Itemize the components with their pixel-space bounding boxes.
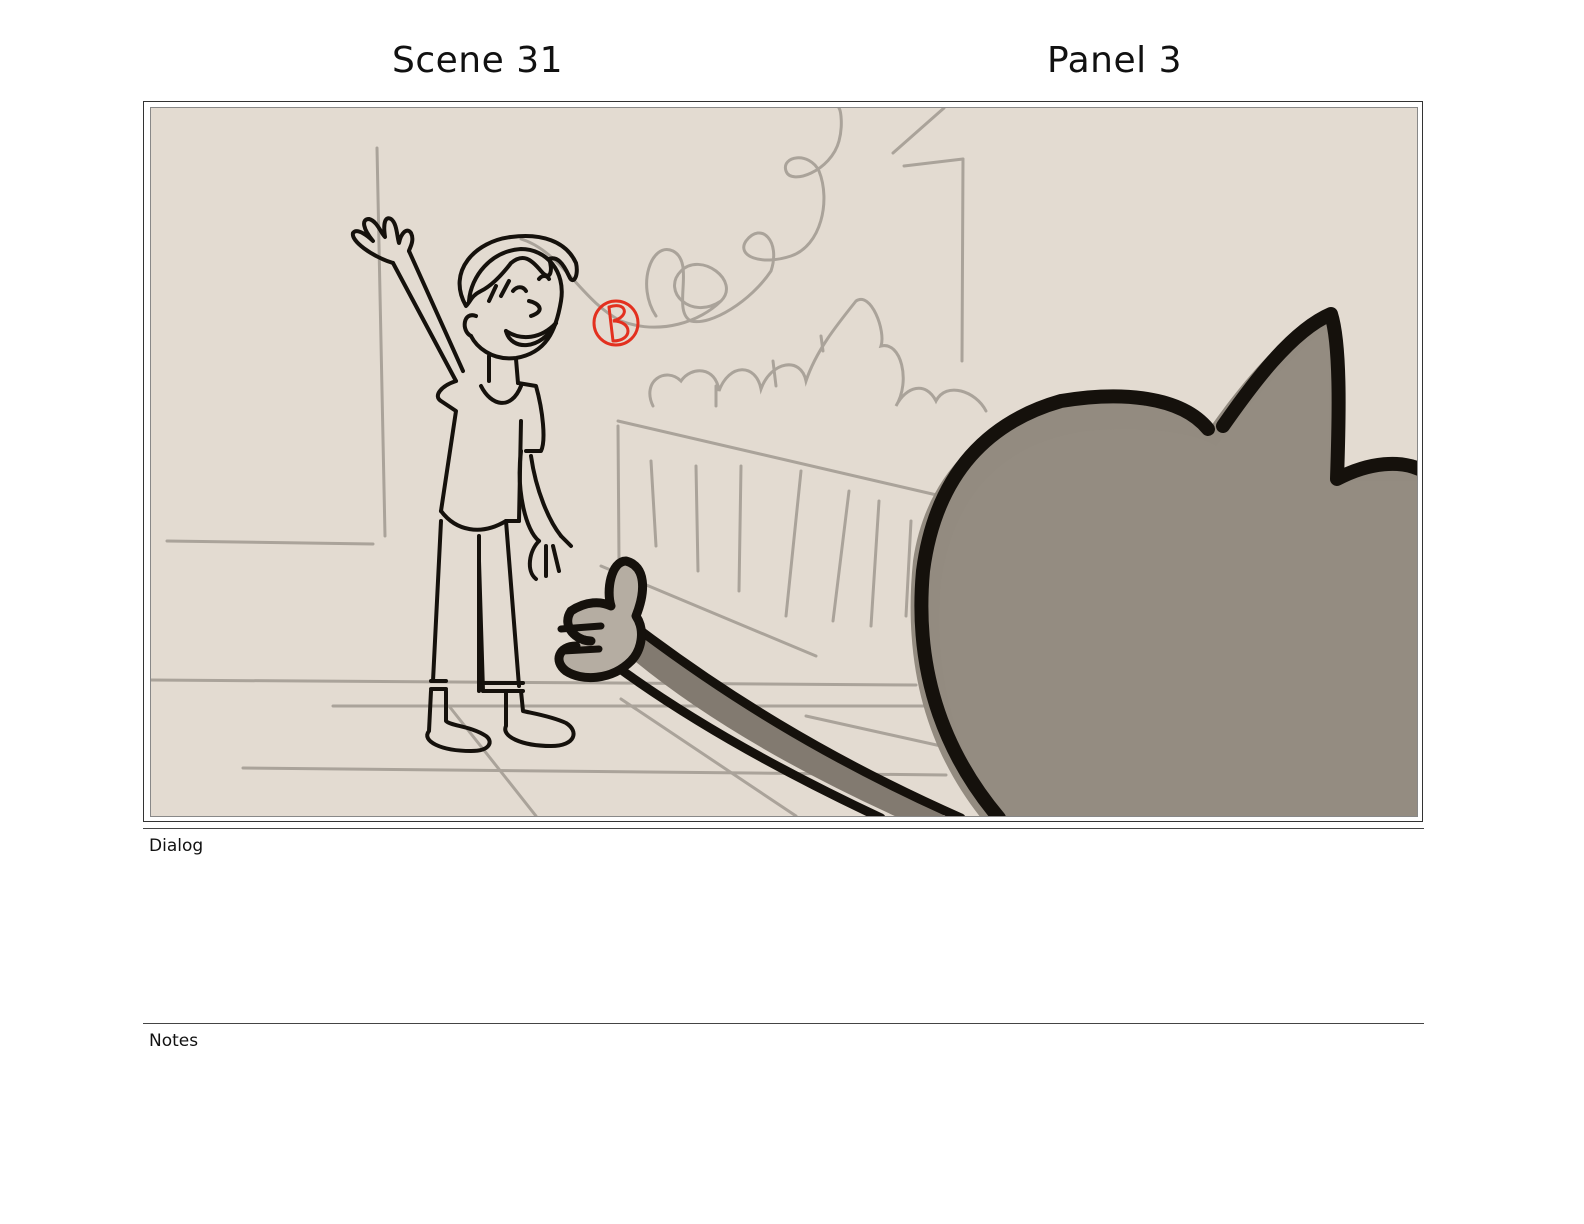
foreground-creature-silhouette bbox=[910, 307, 1417, 816]
dialog-text-area bbox=[143, 862, 1424, 1017]
panel-number: Panel 3 bbox=[1047, 40, 1182, 81]
foreground-reaching-arm bbox=[554, 556, 966, 816]
storyboard-panel-image bbox=[150, 107, 1418, 817]
dialog-label: Dialog bbox=[149, 836, 204, 856]
notes-divider bbox=[143, 1023, 1424, 1024]
background-sketch bbox=[151, 108, 988, 816]
notes-label: Notes bbox=[149, 1031, 199, 1051]
notes-text-area bbox=[143, 1057, 1424, 1207]
waving-character bbox=[350, 216, 579, 753]
scene-number: Scene 31 bbox=[392, 40, 564, 81]
dialog-divider bbox=[143, 828, 1424, 829]
